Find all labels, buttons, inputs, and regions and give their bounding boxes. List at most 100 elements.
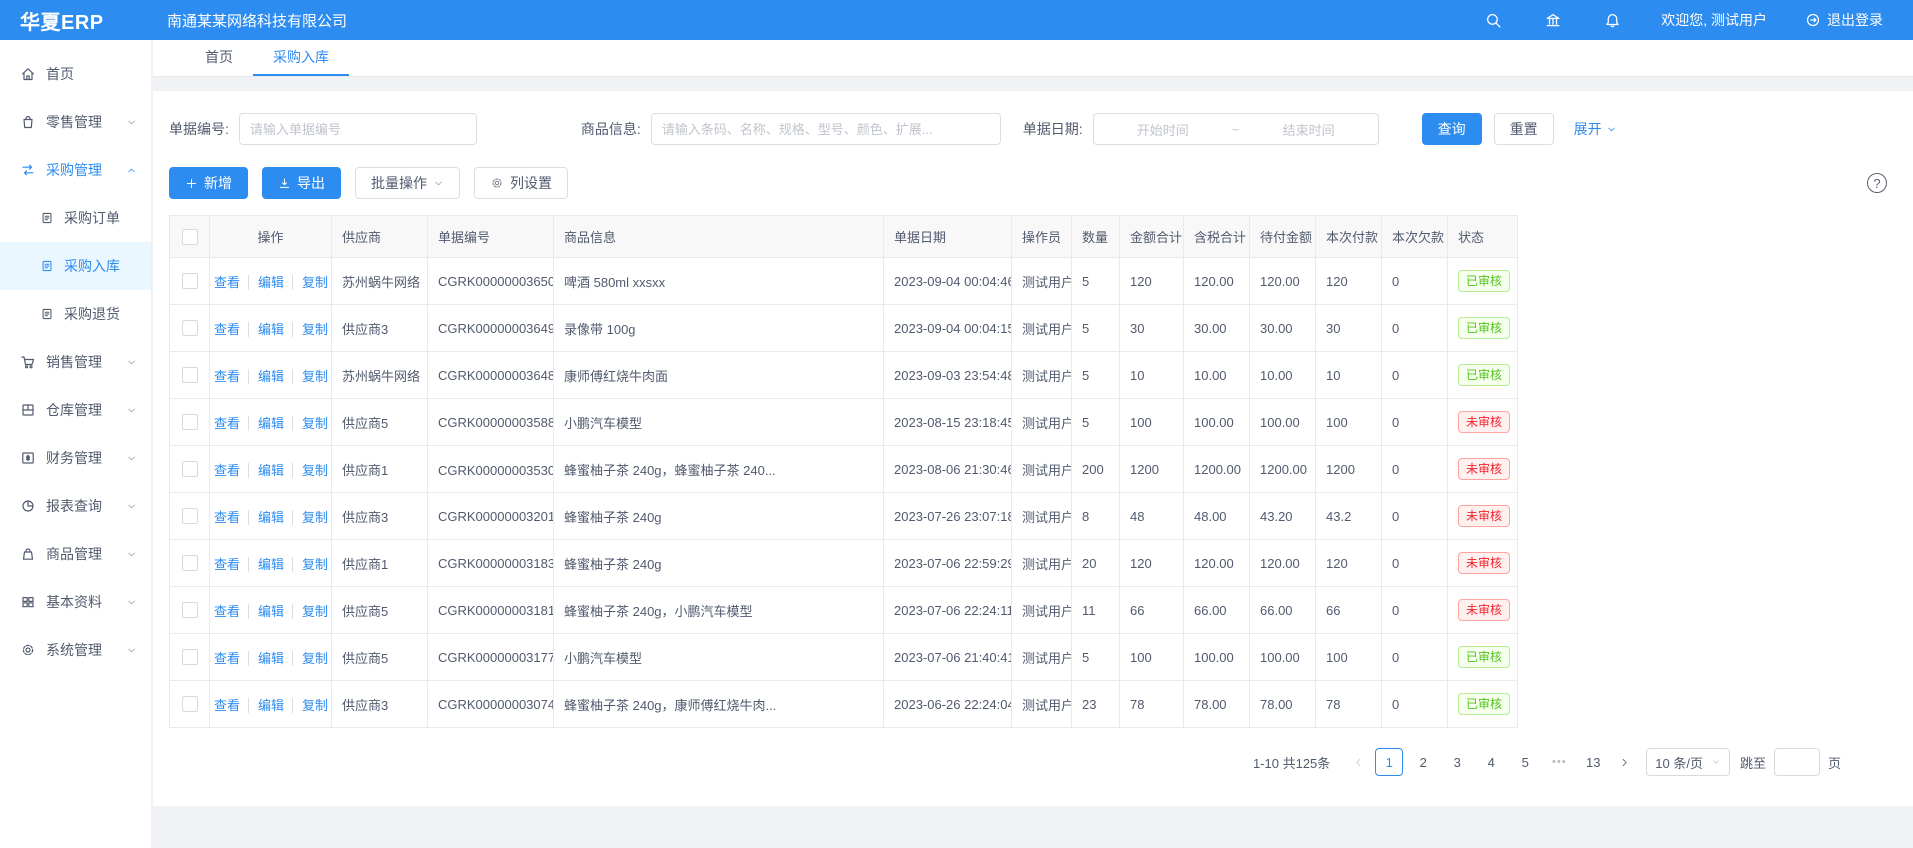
expand-link[interactable]: 展开 <box>1574 119 1617 139</box>
edit-link[interactable]: 编辑 <box>248 369 284 384</box>
row-checkbox[interactable] <box>182 320 198 336</box>
tab-home[interactable]: 首页 <box>185 40 253 76</box>
chevron-down-icon <box>126 357 137 368</box>
notification-bell-icon[interactable] <box>1604 12 1621 29</box>
copy-link[interactable]: 复制 <box>292 510 328 525</box>
edit-link[interactable]: 编辑 <box>248 604 284 619</box>
sidebar-item-reports[interactable]: 报表查询 <box>0 482 151 530</box>
prev-page-button[interactable] <box>1344 748 1372 776</box>
date-cell: 2023-07-06 22:59:29 <box>884 540 1012 587</box>
edit-link[interactable]: 编辑 <box>248 463 284 478</box>
debt-cell: 0 <box>1382 681 1448 728</box>
copy-link[interactable]: 复制 <box>292 651 328 666</box>
jump-page-input[interactable] <box>1774 748 1820 776</box>
row-checkbox[interactable] <box>182 273 198 289</box>
sidebar-item-retail[interactable]: 零售管理 <box>0 98 151 146</box>
date-range-picker[interactable]: 开始时间 ~ 结束时间 <box>1093 113 1379 145</box>
edit-link[interactable]: 编辑 <box>248 651 284 666</box>
supplier-cell: 供应商3 <box>332 305 428 352</box>
copy-link[interactable]: 复制 <box>292 275 328 290</box>
export-button[interactable]: 导出 <box>262 167 341 199</box>
sidebar-item-purchase-return[interactable]: 采购退货 <box>0 290 151 338</box>
edit-link[interactable]: 编辑 <box>248 510 284 525</box>
search-icon[interactable] <box>1485 12 1502 29</box>
product-info-input[interactable] <box>651 113 1001 145</box>
debt-cell: 0 <box>1382 493 1448 540</box>
view-link[interactable]: 查看 <box>214 698 240 713</box>
row-checkbox[interactable] <box>182 696 198 712</box>
reset-button[interactable]: 重置 <box>1494 113 1554 145</box>
logout-button[interactable]: 退出登录 <box>1805 10 1883 30</box>
search-button[interactable]: 查询 <box>1422 113 1482 145</box>
sidebar-item-warehouse[interactable]: 仓库管理 <box>0 386 151 434</box>
row-checkbox[interactable] <box>182 414 198 430</box>
page-button-3[interactable]: 3 <box>1443 748 1471 776</box>
row-checkbox[interactable] <box>182 508 198 524</box>
platform-icon[interactable] <box>1544 12 1562 29</box>
page-button-4[interactable]: 4 <box>1477 748 1505 776</box>
next-page-button[interactable] <box>1610 748 1638 776</box>
page-button-1[interactable]: 1 <box>1375 748 1403 776</box>
view-link[interactable]: 查看 <box>214 275 240 290</box>
edit-link[interactable]: 编辑 <box>248 557 284 572</box>
copy-link[interactable]: 复制 <box>292 369 328 384</box>
row-checkbox[interactable] <box>182 649 198 665</box>
row-checkbox[interactable] <box>182 602 198 618</box>
total-cell: 66 <box>1120 587 1184 634</box>
batch-actions-button[interactable]: 批量操作 <box>355 167 460 199</box>
sidebar-item-purchase-inbound[interactable]: 采购入库 <box>0 242 151 290</box>
filter-row: 单据编号: 商品信息: 单据日期: 开始时间 ~ 结束时间 查询 重置 展开 <box>169 113 1897 145</box>
col-status: 状态 <box>1448 216 1518 258</box>
chevron-down-icon <box>126 405 137 416</box>
view-link[interactable]: 查看 <box>214 322 240 337</box>
bill-no-cell: CGRK00000003181 <box>428 587 554 634</box>
edit-link[interactable]: 编辑 <box>248 698 284 713</box>
tab-purchase-inbound[interactable]: 采购入库 <box>253 40 349 76</box>
sidebar-item-finance[interactable]: 财务管理 <box>0 434 151 482</box>
debt-cell: 0 <box>1382 258 1448 305</box>
copy-link[interactable]: 复制 <box>292 698 328 713</box>
view-link[interactable]: 查看 <box>214 369 240 384</box>
view-link[interactable]: 查看 <box>214 604 240 619</box>
edit-link[interactable]: 编辑 <box>248 416 284 431</box>
copy-link[interactable]: 复制 <box>292 416 328 431</box>
copy-link[interactable]: 复制 <box>292 604 328 619</box>
add-button[interactable]: 新增 <box>169 167 248 199</box>
sidebar-item-home[interactable]: 首页 <box>0 50 151 98</box>
edit-link[interactable]: 编辑 <box>248 275 284 290</box>
view-link[interactable]: 查看 <box>214 416 240 431</box>
pagination-summary: 1-10 共125条 <box>1253 753 1330 772</box>
operator-cell: 测试用户 <box>1012 352 1072 399</box>
copy-link[interactable]: 复制 <box>292 322 328 337</box>
sidebar-item-system[interactable]: 系统管理 <box>0 626 151 674</box>
view-link[interactable]: 查看 <box>214 463 240 478</box>
paid-cell: 120 <box>1316 540 1382 587</box>
copy-link[interactable]: 复制 <box>292 463 328 478</box>
column-settings-button[interactable]: 列设置 <box>474 167 568 199</box>
operator-cell: 测试用户 <box>1012 399 1072 446</box>
page-button-13[interactable]: 13 <box>1579 748 1607 776</box>
page-ellipsis[interactable]: ••• <box>1545 748 1573 776</box>
row-checkbox[interactable] <box>182 555 198 571</box>
edit-link[interactable]: 编辑 <box>248 322 284 337</box>
row-checkbox[interactable] <box>182 461 198 477</box>
status-badge: 未审核 <box>1458 599 1510 621</box>
sidebar-item-goods[interactable]: 商品管理 <box>0 530 151 578</box>
bill-no-input[interactable] <box>239 113 477 145</box>
view-link[interactable]: 查看 <box>214 557 240 572</box>
col-bill-no: 单据编号 <box>428 216 554 258</box>
page-button-2[interactable]: 2 <box>1409 748 1437 776</box>
sidebar-item-purchase-order[interactable]: 采购订单 <box>0 194 151 242</box>
view-link[interactable]: 查看 <box>214 651 240 666</box>
tax-total-cell: 30.00 <box>1184 305 1250 352</box>
view-link[interactable]: 查看 <box>214 510 240 525</box>
sidebar-item-basic-data[interactable]: 基本资料 <box>0 578 151 626</box>
select-all-checkbox[interactable] <box>182 229 198 245</box>
sidebar-item-purchase[interactable]: 采购管理 <box>0 146 151 194</box>
page-button-5[interactable]: 5 <box>1511 748 1539 776</box>
page-size-select[interactable]: 10 条/页 <box>1646 748 1730 776</box>
help-icon[interactable]: ? <box>1867 173 1887 193</box>
sidebar-item-sales[interactable]: 销售管理 <box>0 338 151 386</box>
row-checkbox[interactable] <box>182 367 198 383</box>
copy-link[interactable]: 复制 <box>292 557 328 572</box>
